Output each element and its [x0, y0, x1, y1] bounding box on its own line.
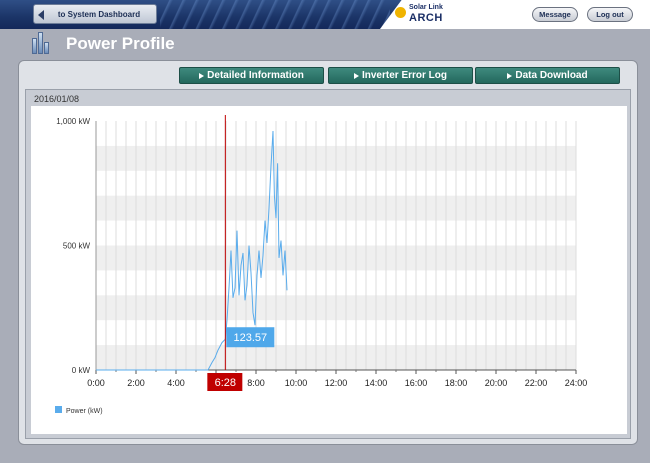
detailed-information-button[interactable]: Detailed Information	[179, 67, 324, 84]
detailed-information-label: Detailed Information	[207, 70, 304, 81]
y-tick-label: 1,000 kW	[56, 117, 90, 126]
page-title: Power Profile	[66, 34, 175, 53]
chart-container: 2016/01/08 0 kW 500 kW 1,000 kW 0:00 2:00 4:0…	[25, 89, 631, 439]
data-download-label: Data Download	[515, 70, 588, 81]
play-arrow-icon	[199, 72, 205, 79]
bar-chart-icon	[30, 32, 52, 54]
chart-area: 0 kW500 kW1,000 kW0:002:004:006:008:0010…	[31, 106, 627, 434]
inverter-error-log-label: Inverter Error Log	[361, 70, 448, 81]
x-tick-label: 22:00	[525, 378, 548, 388]
x-tick-label: 18:00	[445, 378, 468, 388]
play-arrow-icon	[507, 72, 513, 79]
back-button-label: to System Dashboard	[57, 9, 141, 19]
y-tick-label: 0 kW	[72, 366, 91, 375]
back-to-dashboard-button[interactable]: to System Dashboard	[33, 4, 157, 24]
inverter-error-log-button[interactable]: Inverter Error Log	[328, 67, 473, 84]
play-arrow-icon	[353, 72, 359, 79]
x-tick-label: 20:00	[485, 378, 508, 388]
main-panel: Detailed Information Inverter Error Log …	[18, 60, 638, 445]
x-tick-label: 16:00	[405, 378, 428, 388]
logout-button[interactable]: Log out	[587, 7, 633, 22]
legend-label: Power (kW)	[66, 408, 103, 415]
solar-link-logo: Solar Link ARCH	[395, 3, 455, 25]
date-label: 2016/01/08	[34, 94, 80, 104]
x-tick-label: 4:00	[167, 378, 185, 388]
x-tick-label: 14:00	[365, 378, 388, 388]
header-decoration	[160, 0, 390, 29]
x-tick-label: 10:00	[285, 378, 308, 388]
x-tick-label: 24:00	[565, 378, 588, 388]
sun-icon	[395, 7, 406, 18]
back-arrow-icon	[38, 10, 44, 20]
x-tick-label: 2:00	[127, 378, 145, 388]
value-tooltip-text: 123.57	[234, 332, 268, 344]
message-button[interactable]: Message	[532, 7, 578, 22]
data-download-button[interactable]: Data Download	[475, 67, 620, 84]
logo-text-line1: Solar Link	[409, 4, 443, 11]
x-tick-label: 8:00	[247, 378, 265, 388]
legend-swatch	[55, 406, 62, 413]
y-tick-label: 500 kW	[63, 242, 91, 251]
time-marker-label: 6:28	[215, 377, 236, 389]
x-tick-label: 12:00	[325, 378, 348, 388]
x-tick-label: 0:00	[87, 378, 105, 388]
logo-text-line2: ARCH	[409, 12, 443, 24]
power-chart[interactable]: 0 kW500 kW1,000 kW0:002:004:006:008:0010…	[31, 106, 627, 434]
